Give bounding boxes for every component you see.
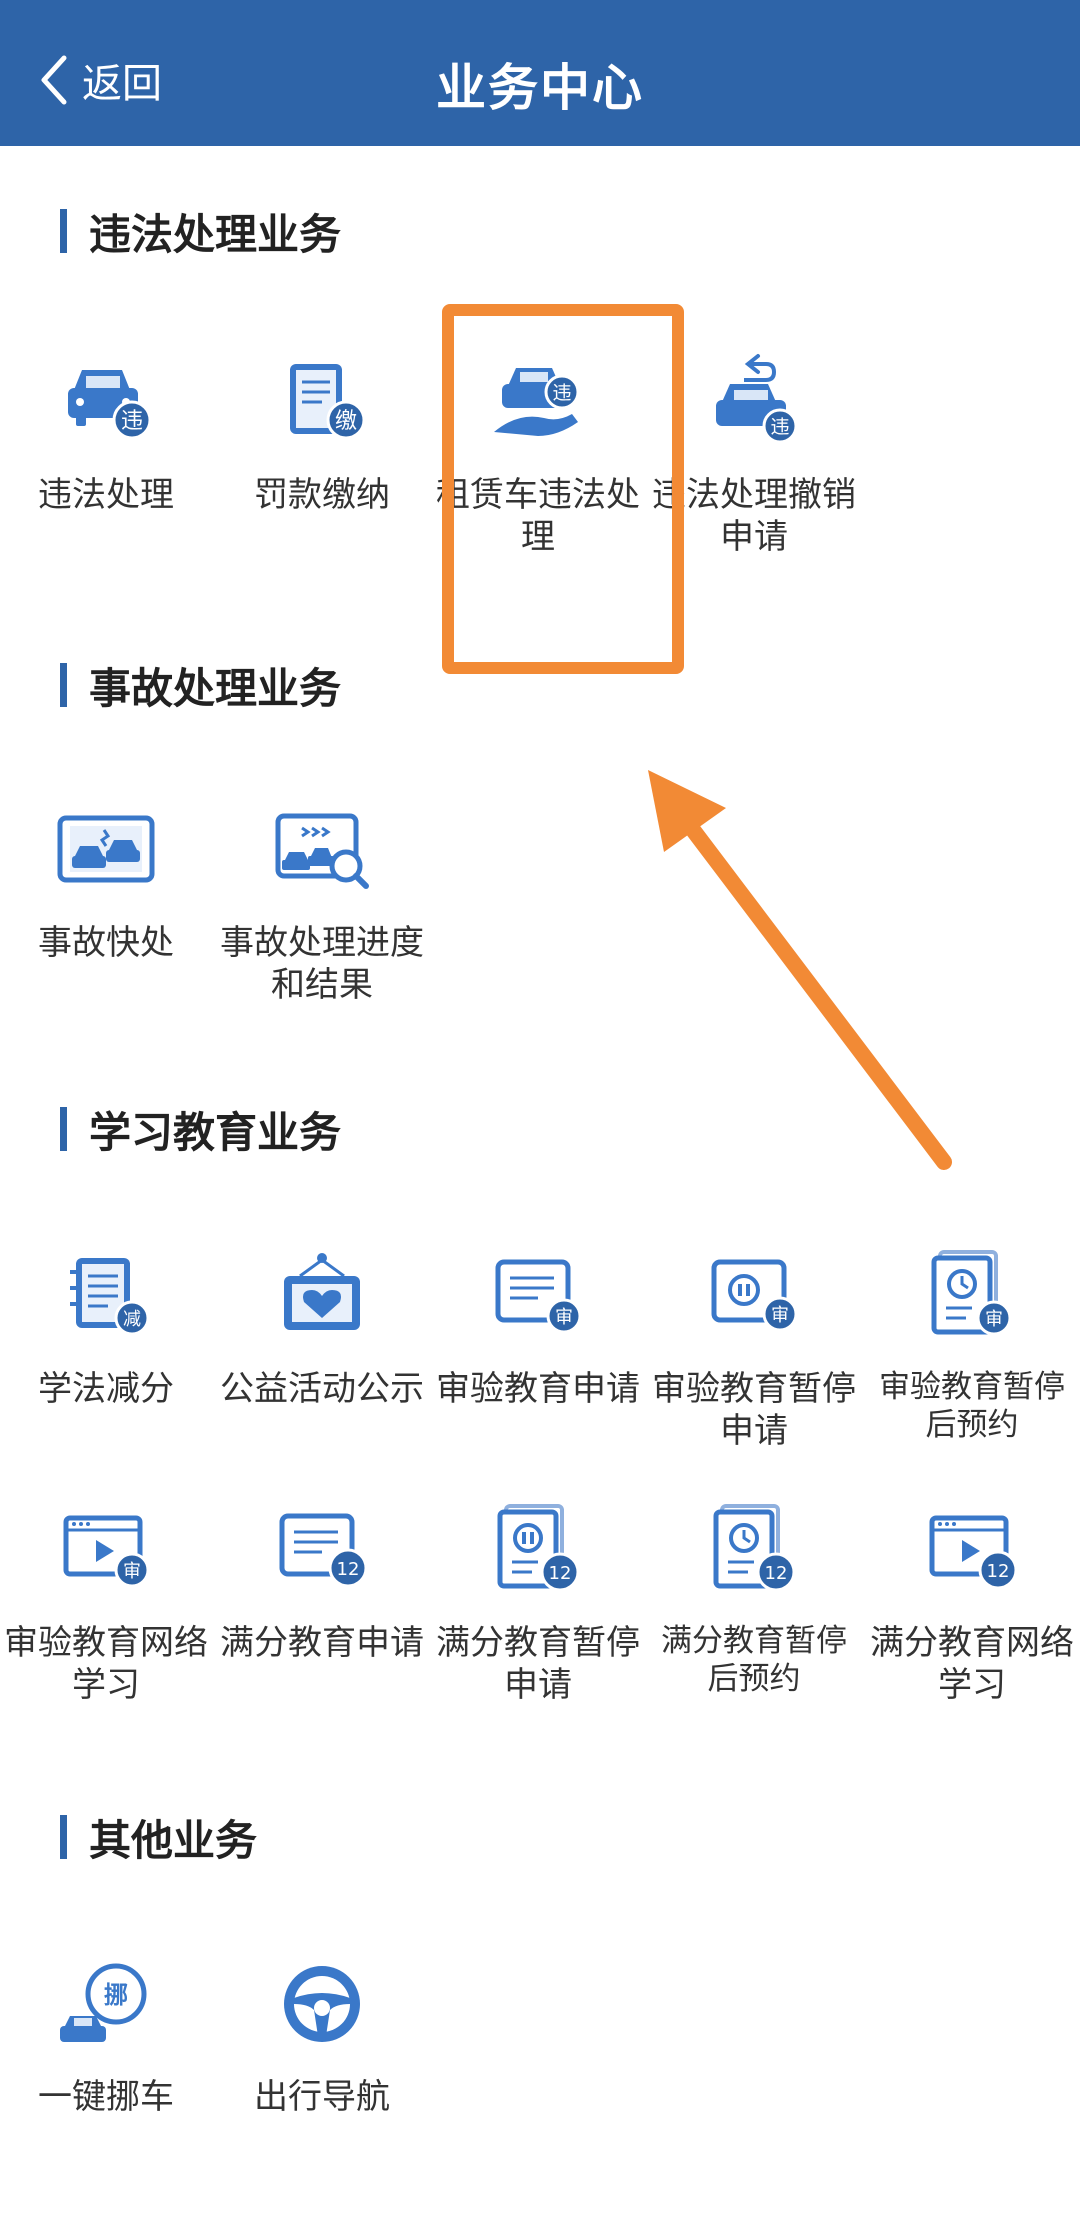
annotation-arrow [648,770,952,1170]
